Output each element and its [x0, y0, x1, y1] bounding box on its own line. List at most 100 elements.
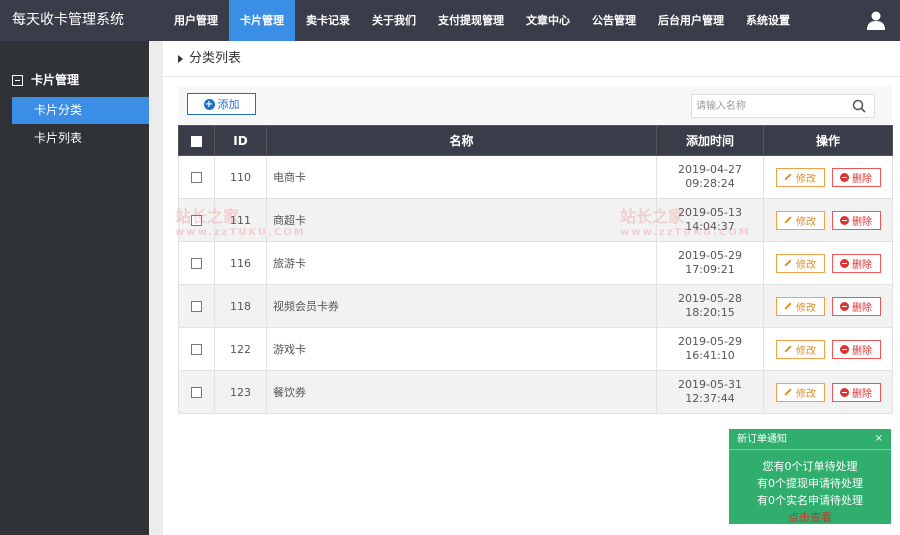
row-checkbox[interactable] — [191, 387, 202, 398]
row-time: 2019-05-13 14:04:37 — [656, 198, 764, 242]
nav-system-settings[interactable]: 系统设置 — [735, 0, 801, 41]
row-time: 2019-05-31 12:37:44 — [656, 370, 764, 414]
pencil-icon — [784, 345, 792, 353]
row-checkbox[interactable] — [191, 258, 202, 269]
pending-withdrawals-text: 有0个提现申请待处理 — [757, 477, 863, 490]
pencil-icon — [784, 388, 792, 396]
nav-about-us[interactable]: 关于我们 — [361, 0, 427, 41]
nav-sell-records[interactable]: 卖卡记录 — [295, 0, 361, 41]
row-checkbox[interactable] — [191, 215, 202, 226]
row-actions: 修改 删除 — [763, 284, 893, 328]
caret-right-icon — [178, 55, 183, 63]
category-table: ID 名称 添加时间 操作 110 电商卡 2019-04-27 09:28:24… — [178, 125, 893, 414]
page-title: 分类列表 — [189, 51, 242, 66]
nav-payment-withdrawal[interactable]: 支付提现管理 — [427, 0, 515, 41]
minus-circle-icon — [840, 344, 849, 354]
delete-button[interactable]: 删除 — [831, 210, 881, 230]
delete-button[interactable]: 删除 — [831, 382, 881, 402]
pending-orders-text: 您有0个订单待处理 — [762, 460, 858, 473]
row-id: 122 — [214, 327, 267, 371]
nav-announcements[interactable]: 公告管理 — [581, 0, 647, 41]
header-id: ID — [214, 125, 267, 156]
delete-button[interactable]: 删除 — [831, 167, 881, 187]
sidebar-item-card-list[interactable]: 卡片列表 — [12, 125, 149, 152]
table-row: 110 电商卡 2019-04-27 09:28:24 修改 删除 — [178, 155, 893, 199]
row-name: 餐饮券 — [266, 370, 657, 414]
row-time: 2019-05-29 17:09:21 — [656, 241, 764, 285]
header-name: 名称 — [266, 125, 657, 156]
edit-button[interactable]: 修改 — [775, 210, 825, 230]
sidebar-section-label: 卡片管理 — [31, 73, 80, 87]
collapse-icon — [12, 74, 23, 86]
delete-button[interactable]: 删除 — [831, 296, 881, 316]
search-icon[interactable] — [852, 99, 866, 113]
sidebar-item-card-category[interactable]: 卡片分类 — [12, 97, 149, 124]
toolbar: + 添加 — [178, 86, 892, 124]
nav-user-management[interactable]: 用户管理 — [163, 0, 229, 41]
table-row: 118 视频会员卡券 2019-05-28 18:20:15 修改 删除 — [178, 284, 893, 328]
row-checkbox[interactable] — [191, 172, 202, 183]
sidebar-section[interactable]: 卡片管理 — [12, 71, 79, 89]
table-row: 111 商超卡 2019-05-13 14:04:37 修改 删除 — [178, 198, 893, 242]
edit-button[interactable]: 修改 — [775, 253, 825, 273]
new-order-notification: 新订单通知 × 您有0个订单待处理 有0个提现申请待处理 有0个实名申请待处理 … — [729, 429, 891, 524]
search-box — [691, 94, 875, 118]
row-actions: 修改 删除 — [763, 198, 893, 242]
row-name: 电商卡 — [266, 155, 657, 199]
main-nav: 用户管理 卡片管理 卖卡记录 关于我们 支付提现管理 文章中心 公告管理 后台用… — [163, 0, 801, 41]
plus-circle-icon: + — [203, 98, 215, 110]
breadcrumb: 分类列表 — [178, 50, 241, 68]
nav-admin-users[interactable]: 后台用户管理 — [647, 0, 735, 41]
select-all-checkbox[interactable] — [191, 135, 202, 147]
pencil-icon — [784, 216, 792, 224]
close-icon[interactable]: × — [875, 433, 883, 444]
row-name: 旅游卡 — [266, 241, 657, 285]
pending-verification-text: 有0个实名申请待处理 — [757, 494, 863, 507]
minus-circle-icon — [840, 301, 849, 311]
minus-circle-icon — [840, 258, 849, 268]
row-id: 111 — [214, 198, 267, 242]
row-id: 110 — [214, 155, 267, 199]
divider — [163, 76, 900, 77]
nav-article-center[interactable]: 文章中心 — [515, 0, 581, 41]
pencil-icon — [784, 302, 792, 310]
view-link[interactable]: 点击查看 — [729, 509, 891, 526]
delete-button[interactable]: 删除 — [831, 253, 881, 273]
edit-button[interactable]: 修改 — [775, 339, 825, 359]
row-actions: 修改 删除 — [763, 155, 893, 199]
header-actions: 操作 — [763, 125, 893, 156]
header-added-time: 添加时间 — [656, 125, 764, 156]
row-checkbox[interactable] — [191, 344, 202, 355]
pencil-icon — [784, 259, 792, 267]
row-id: 118 — [214, 284, 267, 328]
row-name: 商超卡 — [266, 198, 657, 242]
minus-circle-icon — [840, 215, 849, 225]
search-input[interactable] — [692, 95, 842, 117]
add-button[interactable]: + 添加 — [187, 93, 256, 115]
delete-button[interactable]: 删除 — [831, 339, 881, 359]
row-actions: 修改 删除 — [763, 241, 893, 285]
row-time: 2019-04-27 09:28:24 — [656, 155, 764, 199]
minus-circle-icon — [840, 387, 849, 397]
row-name: 视频会员卡券 — [266, 284, 657, 328]
add-button-label: 添加 — [217, 98, 240, 111]
row-checkbox[interactable] — [191, 301, 202, 312]
table-row: 122 游戏卡 2019-05-29 16:41:10 修改 删除 — [178, 327, 893, 371]
row-actions: 修改 删除 — [763, 370, 893, 414]
table-header-row: ID 名称 添加时间 操作 — [178, 125, 893, 156]
user-icon[interactable] — [866, 10, 886, 30]
row-id: 123 — [214, 370, 267, 414]
nav-card-management[interactable]: 卡片管理 — [229, 0, 295, 41]
row-id: 116 — [214, 241, 267, 285]
edit-button[interactable]: 修改 — [775, 296, 825, 316]
row-name: 游戏卡 — [266, 327, 657, 371]
minus-circle-icon — [840, 172, 849, 182]
table-row: 123 餐饮券 2019-05-31 12:37:44 修改 删除 — [178, 370, 893, 414]
app-title: 每天收卡管理系统 — [12, 12, 124, 28]
pencil-icon — [784, 173, 792, 181]
row-time: 2019-05-29 16:41:10 — [656, 327, 764, 371]
edit-button[interactable]: 修改 — [775, 167, 825, 187]
row-actions: 修改 删除 — [763, 327, 893, 371]
edit-button[interactable]: 修改 — [775, 382, 825, 402]
sidebar-scroll-gutter — [149, 41, 163, 535]
